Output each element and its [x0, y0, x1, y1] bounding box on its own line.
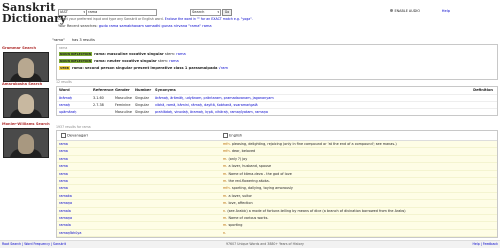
dictionary-row: ramaṇa m. Name of various works.	[57, 214, 497, 223]
recent-search-item[interactable]: rama	[202, 24, 211, 28]
grammar-row: NOUN INFLECTION rama: masculine vocative …	[59, 52, 186, 56]
stem-link[interactable]: rama	[176, 52, 185, 56]
dictionary-row: rama m. the red-flowering aśoka-	[57, 177, 497, 186]
script-select[interactable]: IAST ▾	[58, 9, 87, 16]
dictionary-row: rama m. (only ?) joy	[57, 155, 497, 164]
devanagari-toggle[interactable]: Devanagari	[61, 133, 88, 138]
grammar-tabs: "rama" has 3 results	[52, 38, 101, 42]
amarakosha-table: Word Reference Gender Number Synonyms De…	[56, 86, 498, 116]
checkbox-icon	[61, 133, 66, 138]
recent-search-item[interactable]: samabhavam	[120, 24, 144, 28]
tab-grammar-query[interactable]: "rama"	[52, 38, 65, 42]
headword-link[interactable]: rama	[59, 178, 68, 184]
verb-badge: VERB	[59, 66, 70, 70]
headword-link[interactable]: rama	[59, 185, 68, 191]
search-bar: IAST ▾ rama Search ▾ Go Select your prefer…	[50, 2, 498, 38]
search-hint: Select your preferred input and type any…	[58, 17, 253, 21]
headword-link[interactable]: ramala	[59, 222, 71, 228]
chevron-down-icon: ▾	[217, 10, 219, 14]
table-row: ramaḥ 2.7.38 Feminine Singular vibhā, ra…	[57, 101, 497, 108]
chevron-down-icon: ▾	[83, 10, 85, 14]
grammar-portrait-image[interactable]	[3, 52, 49, 82]
table-row: ārāmaḥ 3.1.60 Masculine Singular ārāmaḥ,…	[57, 94, 497, 101]
checkbox-icon	[223, 133, 228, 138]
headword-link[interactable]: rama	[59, 141, 68, 147]
headword-link[interactable]: ramala	[59, 208, 71, 214]
mode-select[interactable]: Search ▾	[190, 9, 221, 16]
grammar-row: VERB rama: second person singular present…	[59, 66, 229, 70]
grammar-search-link[interactable]: Grammar Search	[2, 46, 36, 50]
dictionary-row: rama m. Name of kāma-deva - the god of lo…	[57, 170, 497, 178]
dictionary-summary: 1937 results for rama	[56, 125, 91, 129]
recent-search-item[interactable]: "rama"	[188, 24, 201, 28]
col-reference: Reference	[93, 88, 114, 92]
dictionary-row: ramala m. sporting	[57, 222, 497, 230]
dictionary-row: rama mfn. dear, beloved	[57, 148, 497, 156]
dictionary-row: ramaka m. a lover, suitor	[57, 192, 497, 201]
site-logo[interactable]: Sanskrit Dictionary	[2, 2, 67, 38]
headword-link[interactable]: rama	[59, 148, 68, 154]
recent-search-item[interactable]: nirvana	[174, 24, 188, 28]
dictionary-table: Devanagari English rama mfn. pleasing, de…	[56, 130, 498, 239]
recent-search-item[interactable]: samadhi	[145, 24, 160, 28]
mw-search-link[interactable]: Monier-Williams Search	[2, 122, 50, 126]
dictionary-row: ramala n. (see Arabic) a mode of fortune-…	[57, 207, 497, 215]
dictionary-row: rama mfn. sporting, dallying, toying amor…	[57, 185, 497, 193]
help-link[interactable]: Help	[442, 9, 450, 13]
dictionary-row: rama m. a lover, husband, spouse	[57, 163, 497, 171]
dictionary-row: rama mfn. pleasing, delighting, rejoicing…	[57, 141, 497, 149]
table-header: Word Reference Gender Number Synonyms De…	[57, 87, 497, 94]
noun-inflection-badge: NOUN INFLECTION	[59, 52, 93, 56]
table-row: upāmāraḥ Masculine Singular prahlādaḥ, v…	[57, 108, 497, 115]
recent-searches: Your Recent searches: gudo rama samabhav…	[58, 24, 212, 28]
amarakosha-summary: 12 results	[56, 80, 72, 84]
exact-match-hint: Enclose the word in "" for an EXACT matc…	[164, 17, 253, 21]
dictionary-row: ramaṇa m. love, affection	[57, 200, 497, 208]
search-input[interactable]: rama	[86, 9, 157, 16]
col-synonyms: Synonyms	[155, 88, 176, 92]
recent-search-item[interactable]: gunas	[162, 24, 173, 28]
recent-search-item[interactable]: rama	[109, 24, 118, 28]
grammar-results-panel: rama NOUN INFLECTION rama: masculine voca…	[56, 44, 498, 80]
stem-link[interactable]: rama	[169, 59, 178, 63]
amarakosha-portrait-image[interactable]	[3, 88, 49, 118]
dictionary-row: ramaṇībhūya n.	[57, 229, 497, 238]
headword-link[interactable]: ramaka	[59, 193, 72, 199]
synonyms-links[interactable]: prahlādaḥ, vinodaḥ, āramaḥ, kṛpā, vihāra…	[155, 109, 268, 115]
root-link[interactable]: √ram	[219, 66, 228, 70]
sidebar: Sanskrit Dictionary Grammar Search Amara…	[0, 0, 67, 240]
headword-link[interactable]: rama	[59, 171, 68, 177]
headword-link[interactable]: ramaṇībhūya	[59, 230, 81, 236]
col-number: Number	[135, 88, 152, 92]
col-word: Word	[59, 88, 70, 92]
recent-search-item[interactable]: gudo	[99, 24, 108, 28]
headword-link[interactable]: ramaṇa	[59, 215, 72, 221]
mw-portrait-image[interactable]	[3, 128, 49, 158]
headword-link[interactable]: rama	[59, 156, 68, 162]
col-gender: Gender	[115, 88, 130, 92]
logo-line-2: Dictionary	[2, 12, 67, 25]
noun-inflection-badge: NOUN INFLECTION	[59, 59, 93, 63]
english-toggle[interactable]: English	[223, 133, 242, 138]
tab-grammar-count[interactable]: has 3 results	[72, 38, 95, 42]
col-definition: Definition	[473, 88, 493, 92]
headword-link[interactable]: ramaṇa	[59, 200, 72, 206]
go-button[interactable]: Go	[222, 9, 232, 16]
grammar-row: NOUN INFLECTION rama: neuter vocative sin…	[59, 59, 179, 63]
headword-link[interactable]: rama	[59, 163, 68, 169]
enable-audio-toggle[interactable]: ENABLE AUDIO	[390, 9, 420, 13]
word-link[interactable]: upāmāraḥ	[59, 109, 76, 115]
dictionary-header: Devanagari English	[57, 131, 497, 141]
amarakosha-search-link[interactable]: Amarakosha Search	[2, 82, 42, 86]
